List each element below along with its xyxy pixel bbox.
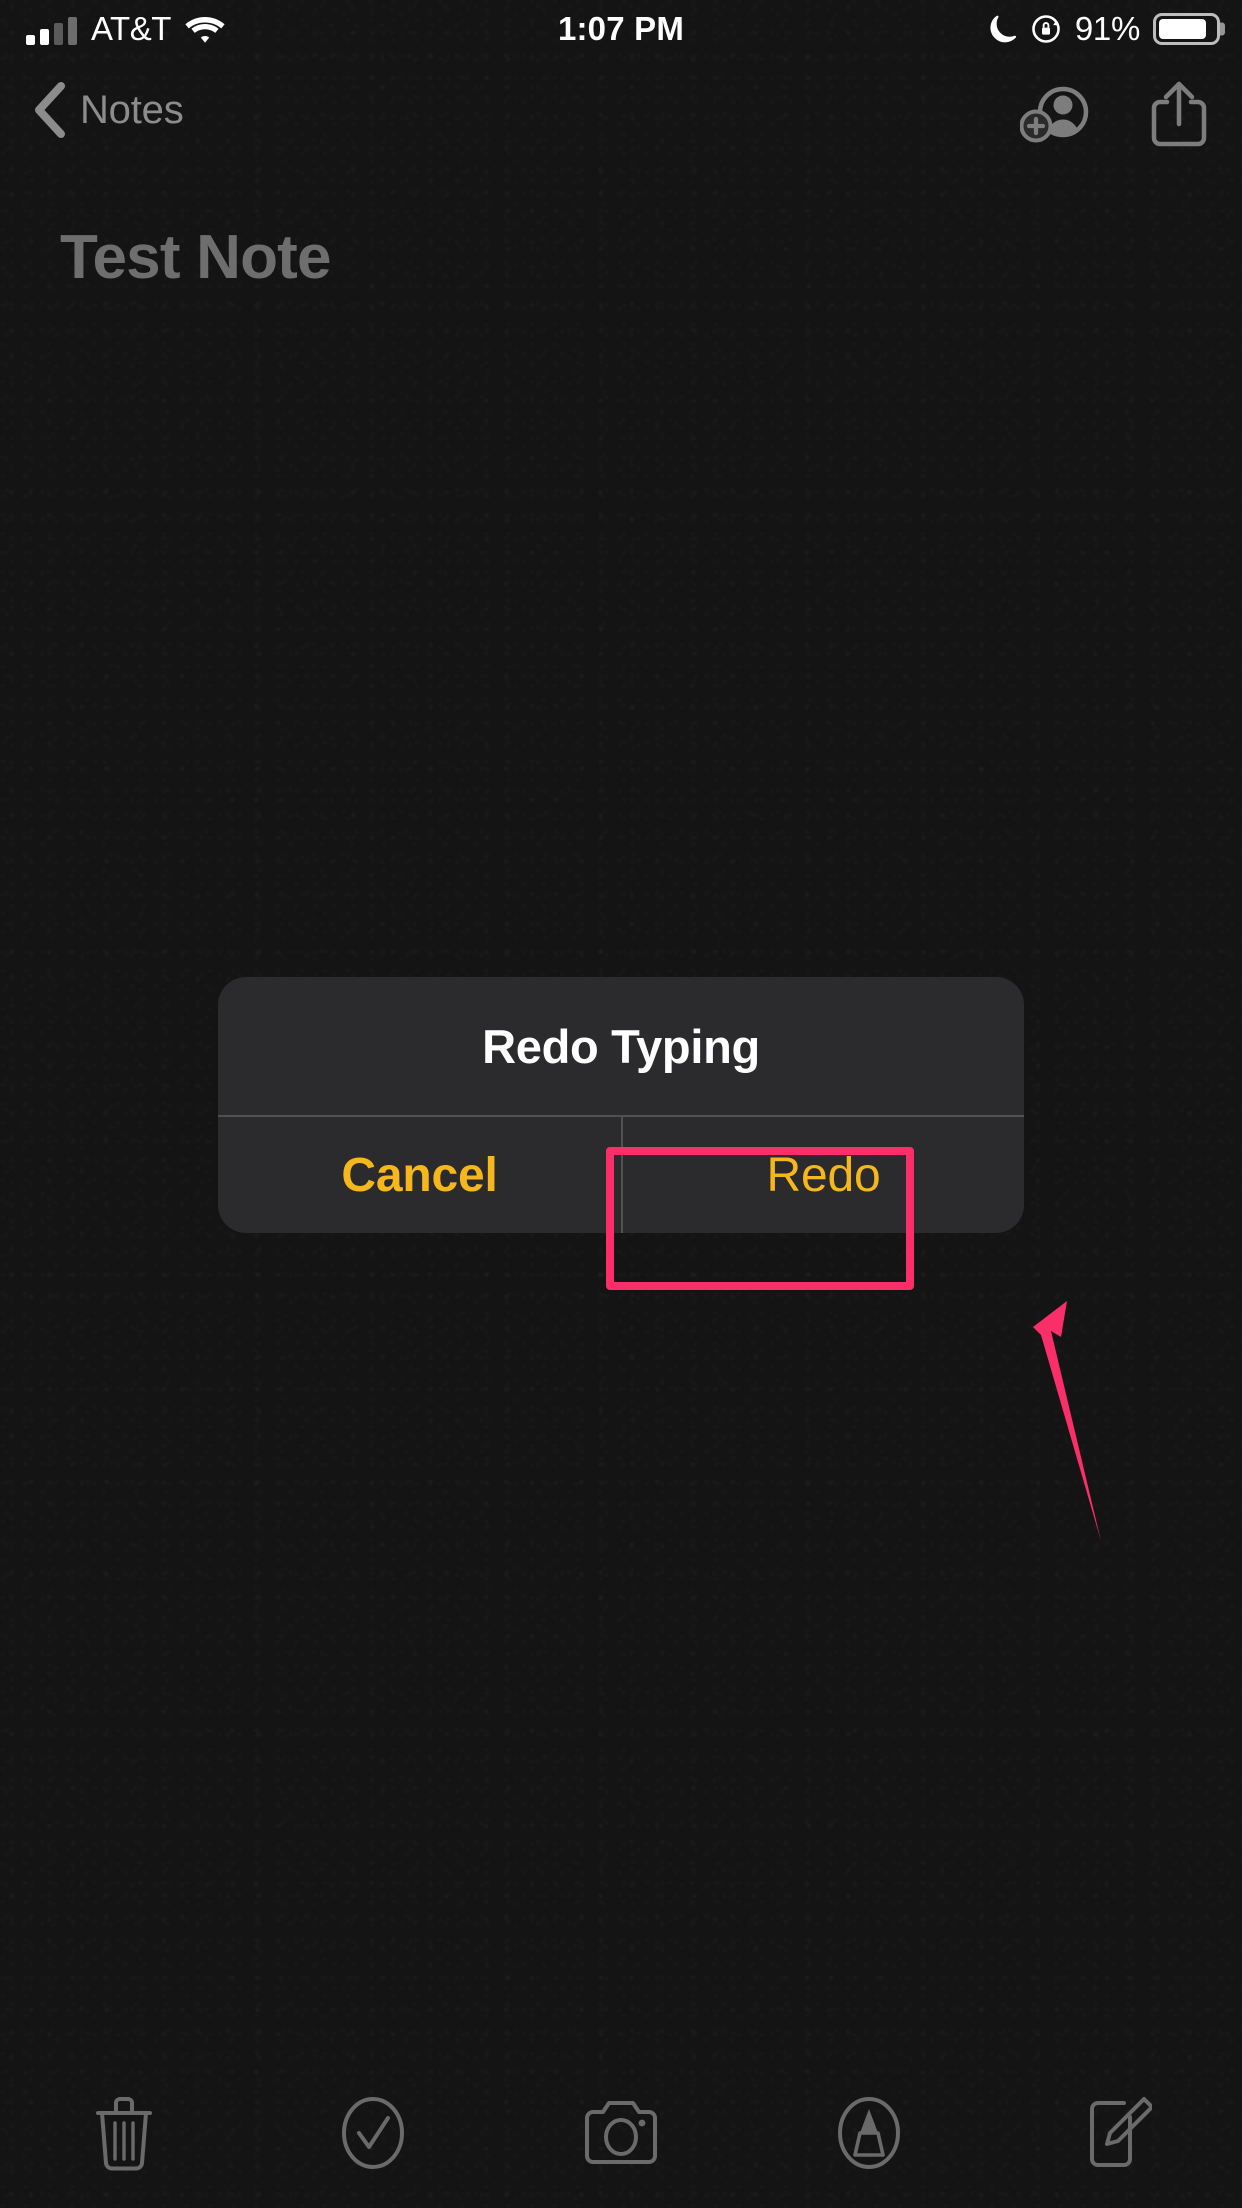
redo-button[interactable]: Redo: [621, 1117, 1024, 1233]
phone-screen: AT&T 1:07 PM 91% Notes Test Note Redo Ty…: [0, 0, 1242, 2208]
status-bar: AT&T 1:07 PM 91%: [0, 0, 1242, 58]
chevron-left-icon: [32, 82, 66, 138]
navigation-bar: Notes: [0, 58, 1242, 168]
battery-icon: [1153, 13, 1225, 45]
annotation-arrow-icon: [1005, 1295, 1155, 1545]
camera-icon[interactable]: [497, 2098, 745, 2168]
back-button-label: Notes: [80, 87, 184, 132]
cancel-button[interactable]: Cancel: [218, 1117, 621, 1233]
rotation-lock-icon: [1030, 13, 1062, 45]
alert-title: Redo Typing: [482, 1019, 760, 1073]
alert-actions: Cancel Redo: [218, 1115, 1024, 1233]
checklist-icon[interactable]: [248, 2095, 496, 2171]
bottom-toolbar: [0, 2058, 1242, 2208]
delete-icon[interactable]: [0, 2095, 248, 2171]
compose-icon[interactable]: [994, 2095, 1242, 2171]
back-button[interactable]: Notes: [32, 82, 184, 138]
nav-actions: [1020, 80, 1208, 148]
alert-header: Redo Typing: [218, 977, 1024, 1115]
battery-percent-label: 91%: [1074, 10, 1140, 47]
note-title[interactable]: Test Note: [60, 222, 331, 293]
alert-dialog: Redo Typing Cancel Redo: [218, 977, 1024, 1233]
add-person-icon[interactable]: [1020, 82, 1092, 146]
status-bar-right: 91%: [987, 10, 1225, 48]
markup-icon[interactable]: [745, 2095, 993, 2171]
moon-icon: [987, 13, 1017, 45]
share-icon[interactable]: [1150, 80, 1208, 148]
